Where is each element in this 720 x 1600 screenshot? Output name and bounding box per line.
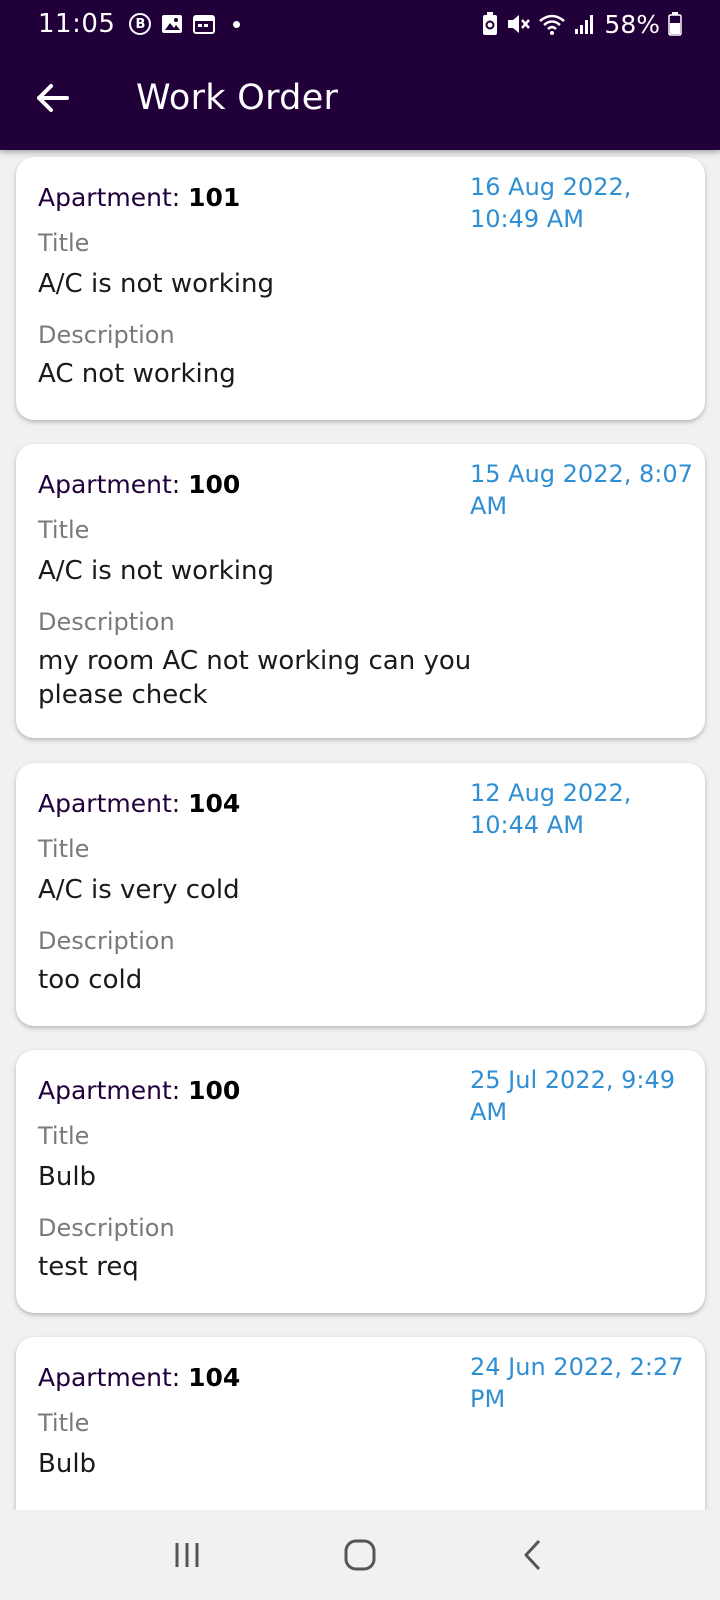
work-order-card[interactable]: Apartment: 100 25 Jul 2022, 9:49 AM Titl… xyxy=(16,1050,705,1313)
apartment-line: Apartment: 100 xyxy=(38,470,240,499)
battery-saver-icon xyxy=(483,12,498,35)
order-date: 16 Aug 2022, 10:49 AM xyxy=(470,173,632,233)
work-order-card[interactable]: Apartment: 104 24 Jun 2022, 2:27 PM Titl… xyxy=(16,1337,705,1510)
title-label: Title xyxy=(38,1409,90,1437)
image-icon xyxy=(162,15,183,33)
nav-back-button[interactable] xyxy=(493,1525,573,1585)
battery-percent: 58% xyxy=(604,9,660,39)
title-label: Title xyxy=(38,516,90,544)
apartment-line: Apartment: 104 xyxy=(38,1363,240,1392)
recent-apps-button[interactable] xyxy=(147,1525,227,1585)
apartment-label: Apartment: xyxy=(38,183,189,212)
top-bar: 11:05 B 58% Work Order xyxy=(0,0,720,150)
work-order-card[interactable]: Apartment: 101 16 Aug 2022, 10:49 AM Tit… xyxy=(16,157,705,420)
order-date: 15 Aug 2022, 8:07 AM xyxy=(470,460,693,520)
apartment-label: Apartment: xyxy=(38,1363,189,1392)
order-title: A/C is very cold xyxy=(38,875,240,905)
apartment-label: Apartment: xyxy=(38,789,189,818)
work-order-list[interactable]: Apartment: 101 16 Aug 2022, 10:49 AM Tit… xyxy=(0,150,720,1510)
apartment-number: 104 xyxy=(188,1363,241,1392)
order-description: my room AC not working can you please ch… xyxy=(38,646,472,710)
apartment-number: 104 xyxy=(188,789,241,818)
work-order-card[interactable]: Apartment: 104 12 Aug 2022, 10:44 AM Tit… xyxy=(16,763,705,1026)
apartment-line: Apartment: 104 xyxy=(38,789,240,818)
battery-icon xyxy=(668,12,682,36)
mute-icon xyxy=(508,15,531,33)
wifi-icon xyxy=(539,14,566,35)
title-label: Title xyxy=(38,835,90,863)
apartment-line: Apartment: 100 xyxy=(38,1076,240,1105)
back-icon xyxy=(524,1539,541,1571)
order-description: test req xyxy=(38,1252,139,1282)
app-bar: Work Order xyxy=(0,56,720,140)
description-label: Description xyxy=(38,608,175,636)
calendar-icon xyxy=(193,15,216,34)
order-date: 25 Jul 2022, 9:49 AM xyxy=(470,1066,675,1126)
apartment-number: 100 xyxy=(188,470,241,499)
order-description: AC not working xyxy=(38,359,236,389)
home-icon xyxy=(344,1539,376,1571)
title-label: Title xyxy=(38,229,90,257)
apartment-number: 101 xyxy=(188,183,241,212)
arrow-left-icon xyxy=(37,84,69,112)
description-label: Description xyxy=(38,927,175,955)
page-title: Work Order xyxy=(136,78,339,118)
system-nav-bar xyxy=(0,1510,720,1600)
order-title: A/C is not working xyxy=(38,556,274,586)
order-title: Bulb xyxy=(38,1449,97,1479)
recent-apps-icon xyxy=(175,1543,199,1567)
order-title: A/C is not working xyxy=(38,269,274,299)
dot-icon xyxy=(233,20,241,28)
apartment-line: Apartment: 101 xyxy=(38,183,240,212)
description-label: Description xyxy=(38,321,175,349)
order-date: 12 Aug 2022, 10:44 AM xyxy=(470,779,632,839)
apartment-label: Apartment: xyxy=(38,470,189,499)
order-title: Bulb xyxy=(38,1162,97,1192)
b-circle-icon: B xyxy=(129,13,152,35)
back-button[interactable] xyxy=(22,68,82,128)
order-description: too cold xyxy=(38,965,143,995)
home-button[interactable] xyxy=(320,1525,400,1585)
status-time: 11:05 xyxy=(38,9,116,39)
description-label: Description xyxy=(38,1214,175,1242)
work-order-card[interactable]: Apartment: 100 15 Aug 2022, 8:07 AM Titl… xyxy=(16,444,705,738)
order-date: 24 Jun 2022, 2:27 PM xyxy=(470,1353,684,1413)
title-label: Title xyxy=(38,1122,90,1150)
status-bar: 11:05 B 58% xyxy=(0,0,720,48)
apartment-number: 100 xyxy=(188,1076,241,1105)
apartment-label: Apartment: xyxy=(38,1076,189,1105)
signal-icon xyxy=(575,15,594,34)
